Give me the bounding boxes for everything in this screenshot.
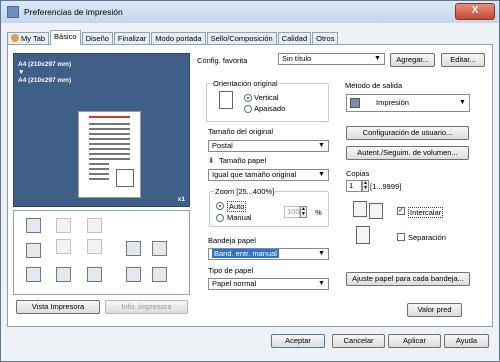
portrait-label: Vertical [254, 93, 279, 102]
collate-checkbox[interactable]: ✓ [397, 207, 405, 215]
copies-label: Copias [346, 169, 370, 178]
portrait-page-icon [219, 91, 233, 109]
tab-basico[interactable]: Básico [50, 30, 81, 45]
output-size-label: A4 (210x297 mm) [18, 77, 72, 84]
zoom-auto-radio[interactable] [216, 202, 224, 210]
print-preferences-window: Preferencias de impresión X My Tab Básic… [0, 0, 500, 362]
landscape-label: Apaisado [254, 104, 286, 113]
default-value-button[interactable]: Valor pred [407, 303, 462, 317]
collate-label: Intercalar [408, 207, 444, 218]
paper-tray-label: Bandeja papel [208, 236, 256, 245]
source-size-label: A4 (210x297 mm) [18, 61, 72, 68]
zoom-auto-label: Auto [227, 201, 247, 212]
zoom-unit: % [315, 208, 322, 217]
arrow-down-icon: ⬇ [208, 156, 215, 165]
window-title: Preferencias de impresión [24, 7, 123, 17]
copies-input[interactable]: 1 [346, 180, 362, 192]
printer-view-button[interactable]: Vista Impresora [16, 300, 100, 314]
chevron-down-icon: ▼ [318, 250, 325, 257]
paper-source-icon[interactable] [26, 243, 41, 258]
printer-info-button: Info. impresora [105, 300, 188, 314]
close-button[interactable]: X [455, 3, 495, 20]
printer-function-icons [13, 210, 190, 295]
secure-print-icon[interactable] [152, 267, 167, 282]
chevron-down-icon: ▼ [459, 99, 466, 106]
offset-icon [356, 226, 370, 244]
ok-button[interactable]: Aceptar [271, 334, 325, 348]
paper-sheet [78, 111, 141, 198]
color-icon[interactable] [87, 267, 102, 282]
favorite-select[interactable]: Sin título ▼ [278, 53, 385, 65]
finisher-icon [56, 218, 71, 233]
original-size-label: Tamaño del original [208, 127, 274, 136]
authentication-button[interactable]: Autent./Seguim. de volumen... [346, 146, 469, 160]
user-icon [11, 34, 19, 42]
zoom-manual-radio[interactable] [216, 214, 224, 222]
original-size-select[interactable]: Postal ▼ [208, 140, 329, 152]
zoom-value-input: 100 [284, 206, 300, 218]
add-favorite-button[interactable]: Agregar... [390, 53, 435, 67]
paper-size-label: Tamaño papel [219, 156, 267, 165]
apply-button[interactable]: Aplicar [388, 334, 441, 348]
zoom-spinner: ▲ ▼ [300, 206, 307, 218]
paper-tray-select[interactable]: Band. entr. manual ▼ [208, 248, 329, 260]
edit-favorite-button[interactable]: Editar... [441, 53, 485, 67]
tab-bar: My Tab Básico Diseño Finalizar Modo port… [7, 30, 339, 45]
copy-count: x1 [177, 196, 185, 203]
user-settings-button[interactable]: Configuración de usuario... [346, 126, 469, 140]
chevron-down-icon: ▼ [318, 280, 325, 287]
paper-type-select[interactable]: Papel normal ▼ [208, 278, 329, 290]
page-preview: A4 (210x297 mm) ▼ A4 (210x297 mm) x1 [13, 53, 190, 207]
copies-spinner[interactable]: ▲ ▼ [362, 180, 369, 192]
copies-range: [1...9999] [370, 182, 402, 191]
collate-icon-2 [369, 203, 383, 219]
landscape-radio[interactable] [244, 105, 252, 113]
duplex-icon[interactable] [126, 241, 141, 256]
favorite-label: Config. favorita [197, 56, 248, 65]
paper-type-label: Tipo de papel [208, 266, 254, 275]
printer-icon [7, 6, 19, 18]
device-icon[interactable] [126, 267, 141, 282]
image-placeholder-icon [116, 169, 134, 187]
zoom-manual-label: Manual [227, 213, 252, 222]
chevron-down-icon: ▼ [318, 142, 325, 149]
output-method-select[interactable]: Impresión ▼ [346, 94, 470, 112]
paper-size-select[interactable]: Igual que tamaño original ▼ [208, 169, 329, 181]
punch-icon [87, 239, 102, 254]
staple-icon [87, 218, 102, 233]
cancel-button[interactable]: Cancelar [332, 334, 385, 348]
printer-unit-icon[interactable] [26, 267, 41, 282]
output-tray-icon[interactable] [26, 218, 41, 233]
chevron-down-icon: ▼ [374, 55, 381, 62]
user-auth-icon[interactable] [56, 267, 71, 282]
portrait-radio[interactable] [244, 94, 252, 102]
output-method-label: Método de salida [345, 81, 403, 90]
offset-checkbox[interactable] [397, 233, 405, 241]
help-button[interactable]: Ayuda [444, 334, 489, 348]
fit-paper-tray-button[interactable]: Ajuste papel para cada bandeja... [346, 272, 470, 286]
printer-icon [350, 98, 360, 108]
arrow-down-icon: ▼ [18, 69, 25, 76]
booklet-icon[interactable] [152, 241, 167, 256]
collate-icon [353, 201, 367, 217]
zoom-label: Zoom [25...400%] [214, 187, 276, 196]
chevron-down-icon: ▼ [318, 171, 325, 178]
fold-icon [56, 239, 71, 254]
offset-label: Separación [408, 233, 446, 242]
title-bar: Preferencias de impresión X [1, 1, 499, 23]
orientation-label: Orientación original [212, 79, 279, 88]
